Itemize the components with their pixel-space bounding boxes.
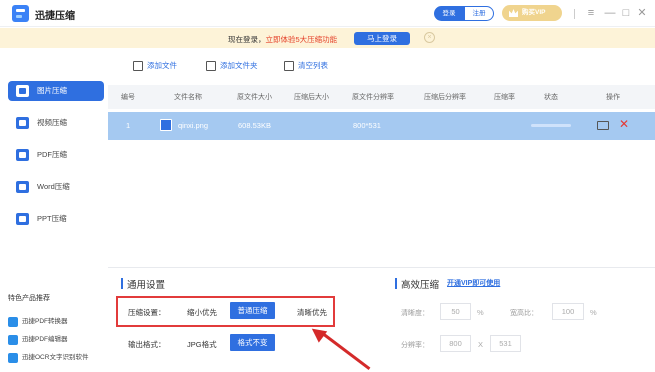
sidebar-item-label: 图片压缩 bbox=[37, 86, 67, 95]
pdf-converter-icon bbox=[8, 317, 18, 327]
pdf-editor-icon bbox=[8, 335, 18, 345]
col-actions: 操作 bbox=[606, 94, 620, 101]
aspect-input[interactable]: 100 bbox=[552, 303, 584, 320]
promo-item-label: 迅捷PDF转换器 bbox=[22, 318, 68, 325]
ocr-icon bbox=[8, 353, 18, 363]
sidebar-item-label: PDF压缩 bbox=[37, 150, 67, 159]
open-folder-icon[interactable] bbox=[597, 121, 609, 130]
app-title: 迅捷压缩 bbox=[35, 11, 75, 22]
maximize-icon[interactable]: □ bbox=[619, 5, 633, 21]
option-clarity-first[interactable]: 清晰优先 bbox=[297, 307, 327, 318]
col-ratio: 压缩率 bbox=[494, 94, 515, 101]
col-index: 编号 bbox=[121, 94, 135, 101]
add-file-label: 添加文件 bbox=[147, 61, 177, 70]
col-status: 状态 bbox=[544, 94, 558, 101]
word-icon bbox=[16, 181, 29, 193]
register-button[interactable]: 注册 bbox=[464, 6, 494, 21]
add-file-icon bbox=[133, 61, 143, 71]
close-icon[interactable]: ✕ bbox=[635, 5, 649, 21]
promo-item-label: 迅捷OCR文字识别软件 bbox=[22, 354, 89, 361]
pdf-icon bbox=[16, 149, 29, 161]
clear-list-button[interactable]: 清空列表 bbox=[284, 59, 328, 73]
col-orig-res: 原文件分辨率 bbox=[352, 94, 394, 101]
clarity-unit: % bbox=[477, 308, 484, 317]
col-new-res: 压缩后分辨率 bbox=[424, 94, 466, 101]
sidebar-item-label: 视频压缩 bbox=[37, 118, 67, 127]
resolution-height-input[interactable]: 531 bbox=[490, 335, 521, 352]
banner-text: 现在登录，立即体验5大压缩功能 bbox=[228, 34, 337, 45]
promo-item-pdf-converter[interactable]: 迅捷PDF转换器 bbox=[8, 315, 118, 329]
ppt-icon bbox=[16, 213, 29, 225]
col-orig-size: 原文件大小 bbox=[237, 94, 272, 101]
col-new-size: 压缩后大小 bbox=[294, 94, 329, 101]
section-marker bbox=[395, 278, 397, 289]
add-folder-button[interactable]: 添加文件夹 bbox=[206, 59, 258, 73]
promo-title: 特色产品推荐 bbox=[8, 295, 50, 302]
advanced-compress-title: 高效压缩 bbox=[401, 280, 440, 291]
sidebar-item-image[interactable]: 图片压缩 bbox=[8, 81, 104, 101]
cell-filename: qinxi.png bbox=[178, 121, 209, 130]
minimize-icon[interactable]: — bbox=[603, 5, 617, 21]
option-keep-format[interactable]: 格式不变 bbox=[230, 334, 275, 351]
progress-bar bbox=[531, 124, 571, 127]
aspect-unit: % bbox=[590, 308, 597, 317]
section-marker bbox=[121, 278, 123, 289]
sidebar-item-label: Word压缩 bbox=[37, 182, 70, 191]
settings-divider bbox=[108, 267, 655, 268]
resolution-width-input[interactable]: 800 bbox=[440, 335, 471, 352]
option-jpg[interactable]: JPG格式 bbox=[187, 339, 217, 350]
banner-highlight: 立即体验5大压缩功能 bbox=[265, 35, 338, 44]
add-file-button[interactable]: 添加文件 bbox=[133, 59, 177, 73]
crown-icon bbox=[509, 9, 518, 17]
image-icon bbox=[16, 85, 29, 97]
option-shrink-first[interactable]: 缩小优先 bbox=[187, 307, 217, 318]
option-normal-compress[interactable]: 普通压缩 bbox=[230, 302, 275, 319]
sidebar-item-pdf[interactable]: PDF压缩 bbox=[8, 145, 104, 165]
cell-index: 1 bbox=[126, 121, 131, 130]
divider bbox=[574, 9, 575, 19]
col-filename: 文件名称 bbox=[174, 94, 202, 101]
general-settings-title: 通用设置 bbox=[127, 280, 166, 291]
add-folder-icon bbox=[206, 61, 216, 71]
annotation-arrow bbox=[319, 330, 371, 371]
banner-close-icon[interactable]: × bbox=[424, 32, 435, 43]
trash-icon bbox=[284, 61, 294, 71]
output-format-label: 输出格式： bbox=[128, 340, 166, 349]
clarity-input[interactable]: 50 bbox=[440, 303, 471, 320]
resolution-x: X bbox=[478, 340, 484, 349]
sidebar-item-video[interactable]: 视频压缩 bbox=[8, 113, 104, 133]
buy-vip-label: 购买VIP bbox=[522, 9, 546, 16]
login-button[interactable]: 登录 bbox=[434, 6, 464, 21]
menu-icon[interactable]: ≡ bbox=[584, 5, 598, 21]
add-folder-label: 添加文件夹 bbox=[220, 61, 258, 70]
clear-list-label: 清空列表 bbox=[298, 61, 328, 70]
banner-login-button[interactable]: 马上登录 bbox=[354, 32, 410, 45]
sidebar-item-ppt[interactable]: PPT压缩 bbox=[8, 209, 104, 229]
video-icon bbox=[16, 117, 29, 129]
image-file-icon bbox=[160, 119, 172, 131]
delete-icon[interactable]: ✕ bbox=[619, 117, 629, 131]
cell-orig-res: 800*531 bbox=[353, 121, 381, 130]
promo-item-ocr[interactable]: 迅捷OCR文字识别软件 bbox=[8, 351, 118, 365]
buy-vip-button[interactable]: 购买VIP bbox=[502, 5, 562, 21]
aspect-label: 宽高比： bbox=[510, 310, 538, 317]
cell-orig-size: 608.53KB bbox=[238, 121, 271, 130]
app-logo-icon bbox=[12, 5, 29, 22]
banner-text-main: 现在登录， bbox=[228, 35, 266, 44]
sidebar-item-label: PPT压缩 bbox=[37, 214, 67, 223]
compress-label: 压缩设置： bbox=[128, 308, 166, 317]
clarity-label: 清晰度： bbox=[401, 310, 429, 317]
open-vip-link[interactable]: 开通VIP即可使用 bbox=[447, 278, 500, 288]
resolution-label: 分辨率： bbox=[401, 342, 429, 349]
promo-item-label: 迅捷PDF编辑器 bbox=[22, 336, 68, 343]
sidebar-item-word[interactable]: Word压缩 bbox=[8, 177, 104, 197]
promo-item-pdf-editor[interactable]: 迅捷PDF编辑器 bbox=[8, 333, 118, 347]
